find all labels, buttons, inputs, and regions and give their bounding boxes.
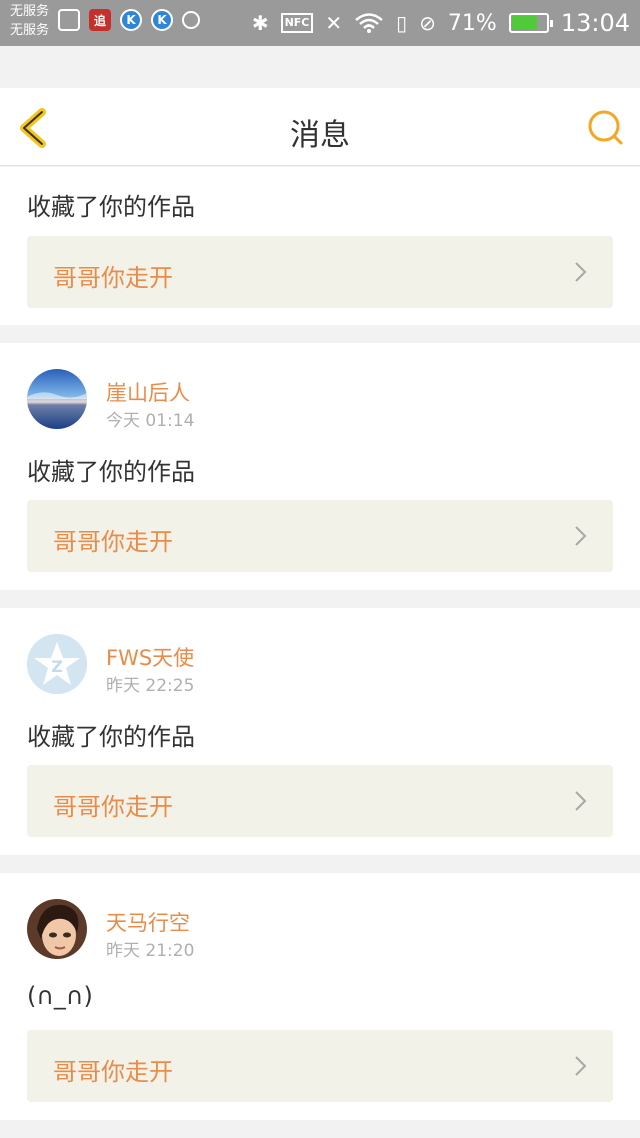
- work-link[interactable]: 哥哥你走开: [27, 236, 613, 308]
- red-app-icon: 追: [89, 9, 111, 31]
- search-icon: [588, 110, 623, 145]
- k-app-icon: K: [120, 9, 142, 31]
- app-header: 消息: [0, 88, 640, 166]
- message-text: 收藏了你的作品: [27, 723, 195, 751]
- avatar[interactable]: [27, 369, 87, 429]
- message-card: 崖山后人 今天 01:14 收藏了你的作品 哥哥你走开: [0, 343, 640, 590]
- timestamp: 今天 01:14: [106, 411, 195, 431]
- notification-icons: 追 K K: [58, 9, 200, 31]
- battery-percent: 71%: [447, 10, 497, 36]
- search-button[interactable]: [586, 108, 626, 148]
- avatar[interactable]: Z: [27, 634, 87, 694]
- chevron-right-icon: [575, 791, 587, 811]
- username[interactable]: 崖山后人: [106, 377, 190, 407]
- message-text: (∩_∩): [27, 982, 93, 1010]
- battery-icon: [508, 13, 553, 33]
- sim-icon: ▯: [396, 11, 408, 35]
- carrier-line-1: 无服务: [10, 4, 50, 19]
- page-title: 消息: [290, 118, 350, 153]
- message-card: 天马行空 昨天 21:20 (∩_∩) 哥哥你走开: [0, 873, 640, 1120]
- timestamp: 昨天 22:25: [106, 676, 195, 696]
- chevron-right-icon: [575, 1056, 587, 1076]
- message-card: Z FWS天使 昨天 22:25 收藏了你的作品 哥哥你走开: [0, 608, 640, 855]
- nfc-icon: NFC: [280, 13, 314, 33]
- timestamp: 昨天 21:20: [106, 941, 195, 961]
- carrier-line-2: 无服务: [10, 23, 50, 38]
- chevron-right-icon: [575, 262, 587, 282]
- work-title: 哥哥你走开: [53, 528, 173, 556]
- work-title: 哥哥你走开: [53, 264, 173, 292]
- work-title: 哥哥你走开: [53, 793, 173, 821]
- message-text: 收藏了你的作品: [27, 458, 195, 486]
- username[interactable]: 天马行空: [106, 907, 190, 937]
- work-link[interactable]: 哥哥你走开: [27, 500, 613, 572]
- work-link[interactable]: 哥哥你走开: [27, 765, 613, 837]
- work-link[interactable]: 哥哥你走开: [27, 1030, 613, 1102]
- message-text: 收藏了你的作品: [27, 193, 195, 221]
- do-not-disturb-icon: ⊘: [419, 11, 436, 35]
- clock: 13:04: [560, 9, 630, 37]
- status-bar: 无服务 无服务 追 K K ✱ NFC ✕ ▯ ⊘ 71% 13:04: [0, 0, 640, 46]
- carrier-label: 无服务 无服务: [10, 2, 49, 40]
- bluetooth-icon: ✱: [251, 11, 269, 35]
- camera-icon: [182, 11, 200, 29]
- battery-fill: [511, 16, 538, 30]
- message-card: 收藏了你的作品 哥哥你走开: [0, 167, 640, 325]
- work-title: 哥哥你走开: [53, 1058, 173, 1086]
- system-icons: ✱ NFC ✕ ▯ ⊘ 71% 13:04: [252, 8, 630, 38]
- mute-icon: ✕: [325, 11, 343, 35]
- username[interactable]: FWS天使: [106, 642, 194, 672]
- wifi-icon: [355, 13, 383, 33]
- avatar[interactable]: [27, 899, 87, 959]
- chevron-right-icon: [575, 526, 587, 546]
- gallery-icon: [58, 9, 80, 31]
- svg-text:Z: Z: [51, 657, 63, 676]
- k-app-icon: K: [151, 9, 173, 31]
